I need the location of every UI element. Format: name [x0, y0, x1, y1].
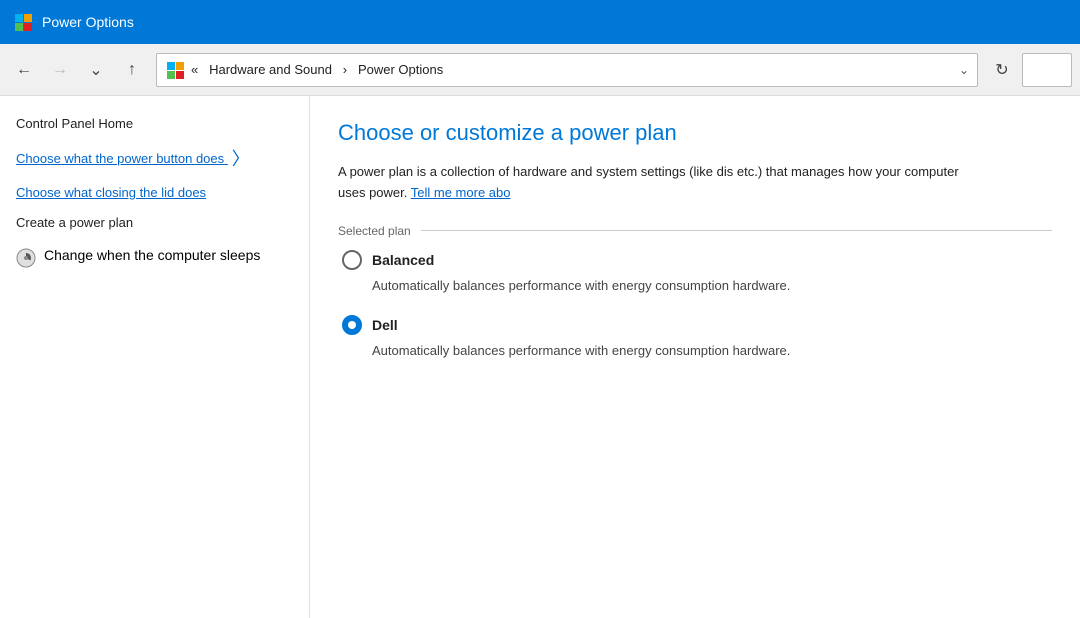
sidebar-heading: Control Panel Home	[16, 116, 293, 131]
main-area: Control Panel Home Choose what the power…	[0, 96, 1080, 618]
address-text: « Hardware and Sound › Power Options	[191, 62, 953, 77]
plan-name-balanced: Balanced	[372, 252, 434, 268]
back-button[interactable]: ←	[8, 54, 40, 86]
address-dropdown-button[interactable]: ⌄	[959, 63, 969, 77]
toolbar: ← → ⌄ ↑ « Hardware and Sound › Power Opt…	[0, 44, 1080, 96]
plan-item-dell: Dell Automatically balances performance …	[338, 315, 1052, 361]
content-description: A power plan is a collection of hardware…	[338, 162, 978, 204]
plan-desc-balanced: Automatically balances performance with …	[372, 276, 972, 296]
plan-desc-dell: Automatically balances performance with …	[372, 341, 972, 361]
radio-balanced[interactable]	[342, 250, 362, 270]
breadcrumb-prefix: «	[191, 62, 198, 77]
sidebar-item-create-plan[interactable]: Create a power plan	[16, 214, 293, 232]
app-icon	[12, 11, 34, 33]
selected-plan-label: Selected plan	[338, 224, 1052, 238]
breadcrumb-hardware: Hardware and Sound	[209, 62, 332, 77]
search-box[interactable]	[1022, 53, 1072, 87]
plan-header-balanced[interactable]: Balanced	[342, 250, 1052, 270]
up-button[interactable]: ↑	[116, 54, 148, 86]
cursor-hand-icon: 〉	[232, 147, 250, 172]
tell-more-link[interactable]: Tell me more abo	[411, 185, 511, 200]
plan-name-dell: Dell	[372, 317, 398, 333]
sidebar-link-power-button[interactable]: Choose what the power button does 〉	[16, 147, 293, 172]
sleep-icon	[16, 248, 36, 268]
recent-locations-button[interactable]: ⌄	[80, 54, 112, 86]
sleep-label: Change when the computer sleeps	[44, 247, 260, 263]
address-bar[interactable]: « Hardware and Sound › Power Options ⌄	[156, 53, 978, 87]
breadcrumb-power-options: Power Options	[358, 62, 443, 77]
sidebar: Control Panel Home Choose what the power…	[0, 96, 310, 618]
breadcrumb-separator: ›	[343, 62, 347, 77]
window-title: Power Options	[42, 14, 134, 30]
refresh-button[interactable]: ↻	[986, 54, 1018, 86]
plan-item-balanced: Balanced Automatically balances performa…	[338, 250, 1052, 296]
content-title: Choose or customize a power plan	[338, 120, 1052, 146]
forward-button[interactable]: →	[44, 54, 76, 86]
titlebar: Power Options	[0, 0, 1080, 44]
content-area: Choose or customize a power plan A power…	[310, 96, 1080, 618]
address-bar-icon	[165, 60, 185, 80]
plan-header-dell[interactable]: Dell	[342, 315, 1052, 335]
radio-dell[interactable]	[342, 315, 362, 335]
sidebar-item-sleep[interactable]: Change when the computer sleeps	[16, 247, 293, 268]
sidebar-link-lid[interactable]: Choose what closing the lid does	[16, 184, 293, 202]
